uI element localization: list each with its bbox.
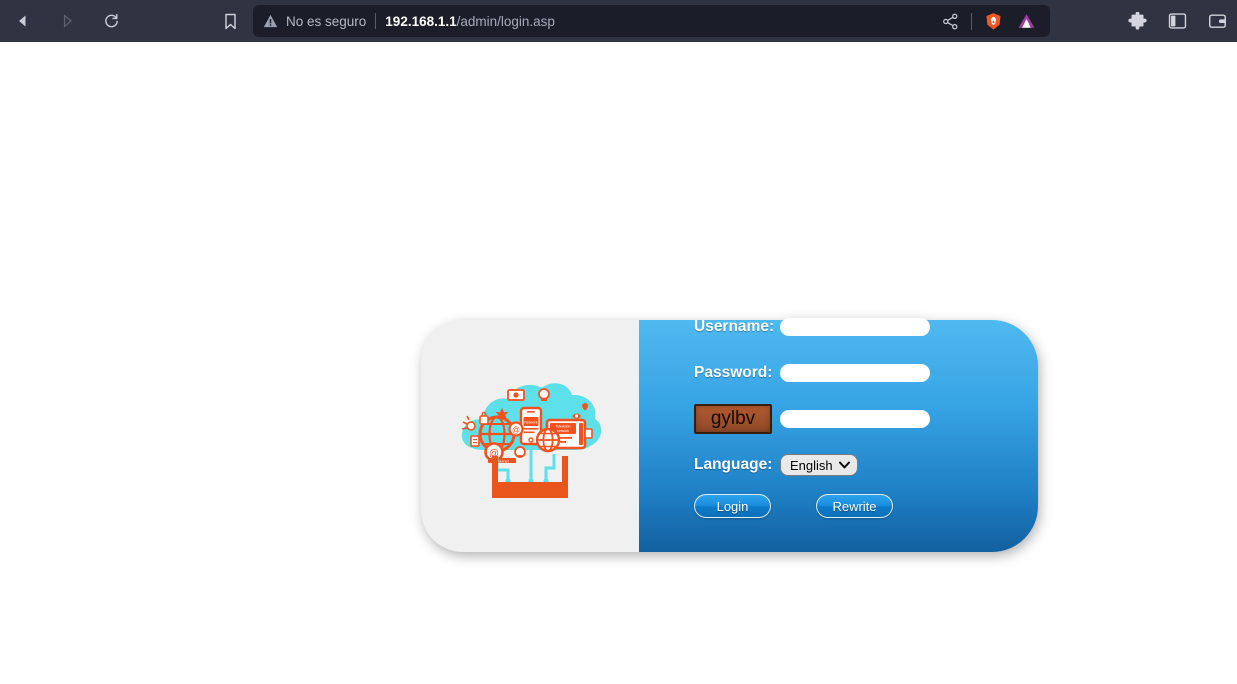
brave-shields-button[interactable]: [981, 9, 1005, 33]
login-button[interactable]: Login: [694, 494, 771, 518]
language-row: Language: English: [694, 442, 994, 488]
navigation-button-group: [8, 6, 126, 36]
svg-text:@: @: [512, 426, 520, 435]
illustration-panel: @ Internet Network @ Television network: [421, 320, 639, 552]
cloud-network-illustration: @ Internet Network @ Television network: [450, 372, 610, 500]
omnibox-actions: [938, 9, 1040, 33]
sidebar-panel-icon: [1168, 12, 1187, 30]
login-form-panel: Username: Password: gylbv Language: Engl…: [639, 320, 1038, 552]
username-label: Username:: [694, 318, 780, 336]
rewrite-button[interactable]: Rewrite: [816, 494, 893, 518]
share-button[interactable]: [938, 9, 962, 33]
brave-rewards-triangle-icon: [1017, 12, 1036, 30]
svg-text:network: network: [557, 429, 569, 433]
wallet-button[interactable]: [1205, 9, 1229, 33]
wallet-icon: [1208, 12, 1227, 30]
share-icon: [942, 13, 959, 30]
url-host: 192.168.1.1: [385, 14, 456, 29]
address-bar[interactable]: No es seguro 192.168.1.1/admin/login.asp: [253, 5, 1050, 37]
omnibox-action-divider: [971, 13, 972, 30]
language-select-wrap: English: [780, 454, 858, 476]
url-path: /admin/login.asp: [457, 14, 555, 29]
username-row: Username:: [694, 304, 994, 350]
bookmark-icon: [223, 13, 238, 30]
omnibox-divider: [375, 13, 376, 29]
extensions-button[interactable]: [1125, 9, 1149, 33]
back-arrow-icon: [15, 13, 31, 29]
brave-rewards-button[interactable]: [1014, 9, 1038, 33]
puzzle-piece-icon: [1128, 12, 1147, 31]
forward-button[interactable]: [52, 6, 82, 36]
brave-lion-shield-icon: [984, 12, 1003, 31]
captcha-image[interactable]: gylbv: [694, 404, 772, 434]
svg-text:Network: Network: [524, 420, 537, 424]
language-select[interactable]: English: [780, 454, 858, 476]
svg-text:Television: Television: [556, 425, 571, 429]
captcha-row: gylbv: [694, 396, 994, 442]
password-row: Password:: [694, 350, 994, 396]
login-card: @ Internet Network @ Television network: [421, 320, 1038, 552]
button-row: Login Rewrite: [694, 494, 994, 518]
reload-icon: [103, 13, 120, 30]
forward-arrow-icon: [59, 13, 75, 29]
url-text: 192.168.1.1/admin/login.asp: [385, 14, 555, 29]
reload-button[interactable]: [96, 6, 126, 36]
password-label: Password:: [694, 364, 780, 382]
sidebar-toggle-button[interactable]: [1165, 9, 1189, 33]
bookmark-button[interactable]: [215, 6, 245, 36]
warning-triangle-icon: [263, 14, 278, 28]
password-input[interactable]: [780, 364, 930, 382]
language-label: Language:: [694, 456, 780, 474]
back-button[interactable]: [8, 6, 38, 36]
page-body: @ Internet Network @ Television network: [0, 42, 1237, 684]
login-form: Username: Password: gylbv Language: Engl…: [694, 304, 994, 518]
toolbar-right-group: [1125, 9, 1229, 33]
username-input[interactable]: [780, 318, 930, 336]
browser-toolbar: No es seguro 192.168.1.1/admin/login.asp: [0, 0, 1237, 42]
captcha-input[interactable]: [780, 410, 930, 428]
security-status-text: No es seguro: [286, 14, 366, 29]
